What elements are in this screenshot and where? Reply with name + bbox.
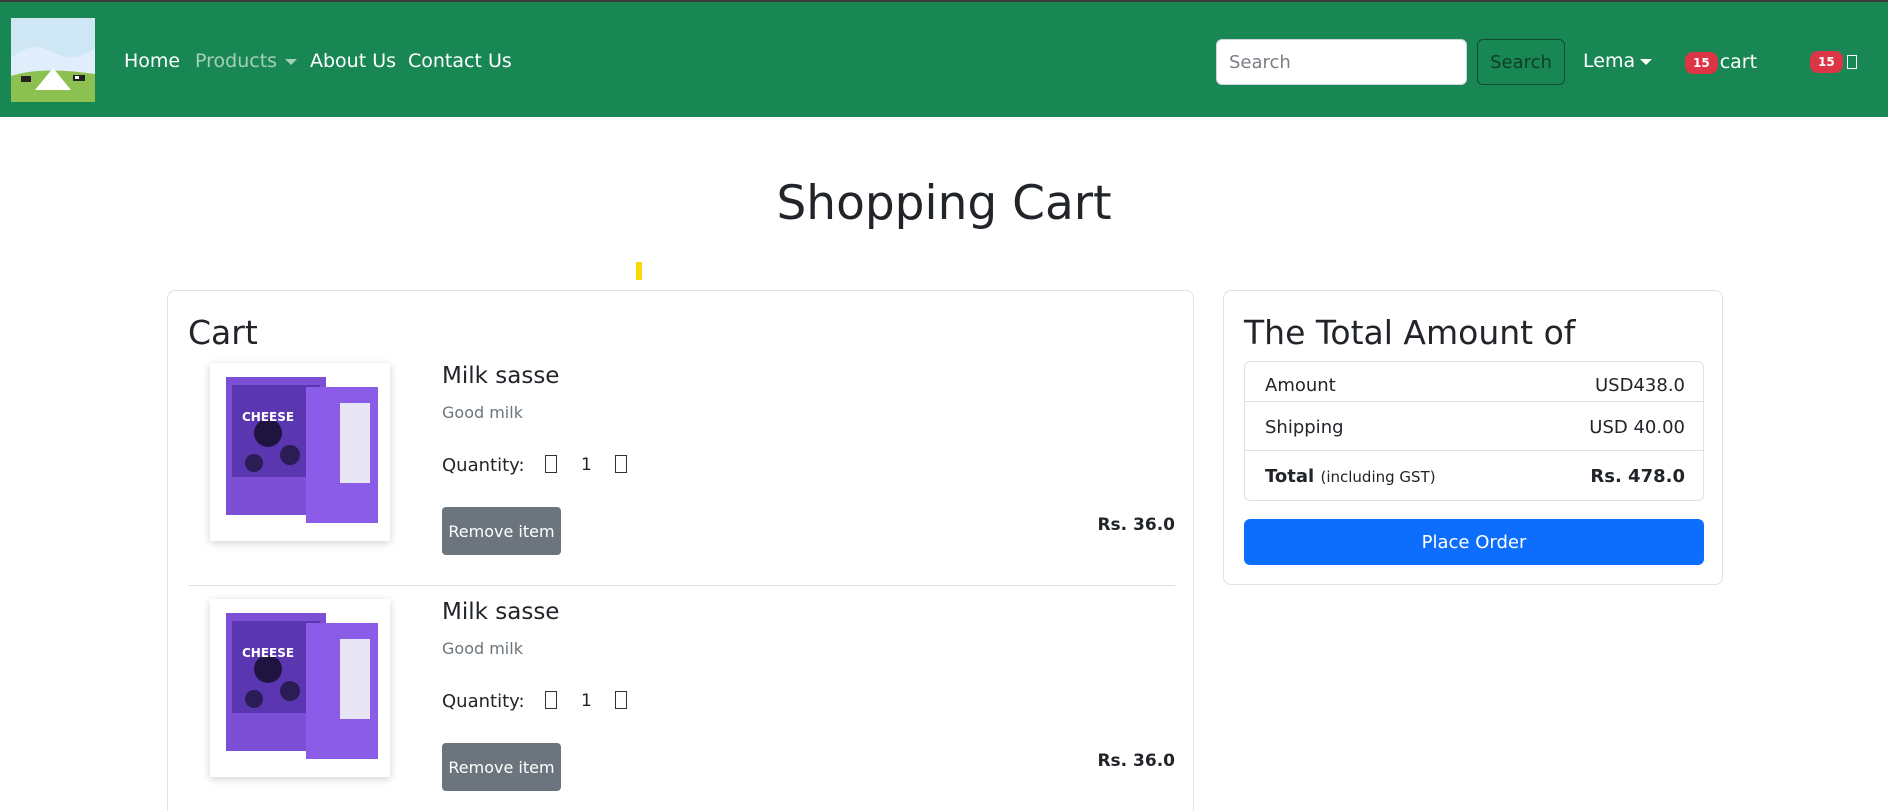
- text-cursor-marker: [636, 262, 642, 280]
- search-input[interactable]: [1216, 39, 1467, 85]
- quantity-label: Quantity:: [442, 455, 525, 476]
- product-description: Good milk: [442, 403, 523, 422]
- quantity-value: 1: [581, 691, 592, 711]
- product-price: Rs. 36.0: [1097, 515, 1175, 535]
- svg-text:CHEESE: CHEESE: [242, 410, 294, 424]
- total-label-group: Total (including GST): [1265, 466, 1436, 487]
- total-label: Total: [1265, 466, 1315, 487]
- order-summary-card: The Total Amount of Amount USD438.0 Ship…: [1223, 290, 1723, 585]
- cart-item: CHEESE Milk sasse Good milk Quantity: 1 …: [188, 587, 1175, 811]
- shipping-value: USD 40.00: [1589, 417, 1685, 438]
- row-divider: [188, 585, 1175, 586]
- summary-row-total: Total (including GST) Rs. 478.0: [1245, 451, 1703, 500]
- navbar: Home Products About Us Contact Us Search…: [0, 0, 1888, 117]
- cart-heading: Cart: [188, 313, 258, 352]
- quantity-label: Quantity:: [442, 691, 525, 712]
- cart-item: CHEESE Milk sasse Good milk Quantity: 1 …: [188, 351, 1175, 586]
- remove-item-button[interactable]: Remove item: [442, 507, 561, 555]
- summary-title: The Total Amount of: [1244, 313, 1576, 352]
- cart-count-badge: 15: [1685, 51, 1718, 74]
- product-image: CHEESE: [210, 363, 390, 541]
- brand-logo[interactable]: [11, 18, 95, 102]
- increase-quantity-button[interactable]: [615, 455, 627, 473]
- place-order-button[interactable]: Place Order: [1244, 519, 1704, 565]
- product-price: Rs. 36.0: [1097, 751, 1175, 771]
- shipping-label: Shipping: [1265, 417, 1344, 438]
- svg-text:CHEESE: CHEESE: [242, 646, 294, 660]
- chevron-down-icon: [285, 58, 298, 65]
- total-note: (including GST): [1320, 468, 1436, 486]
- product-description: Good milk: [442, 639, 523, 658]
- cart-link[interactable]: 15 cart: [1685, 51, 1757, 74]
- chevron-down-icon: [1640, 58, 1653, 65]
- cart-icon-link[interactable]: 15: [1810, 51, 1857, 73]
- search-button[interactable]: Search: [1477, 39, 1565, 85]
- summary-row-amount: Amount USD438.0: [1245, 362, 1703, 402]
- remove-item-button[interactable]: Remove item: [442, 743, 561, 791]
- user-dropdown[interactable]: Lema: [1583, 50, 1653, 72]
- nav-contact-link[interactable]: Contact Us: [408, 50, 512, 72]
- increase-quantity-button[interactable]: [615, 691, 627, 709]
- quantity-value: 1: [581, 455, 592, 475]
- user-name: Lema: [1583, 50, 1636, 72]
- nav-home-link[interactable]: Home: [124, 50, 180, 72]
- summary-row-shipping: Shipping USD 40.00: [1245, 402, 1703, 451]
- amount-label: Amount: [1265, 375, 1336, 396]
- page-title: Shopping Cart: [776, 176, 1112, 231]
- nav-about-link[interactable]: About Us: [310, 50, 396, 72]
- cart-card: Cart CHEESE Milk sasse Good milk Quantit…: [167, 290, 1194, 811]
- cart-icon: [1846, 55, 1857, 69]
- product-image: CHEESE: [210, 599, 390, 777]
- product-name: Milk sasse: [442, 599, 560, 625]
- summary-list: Amount USD438.0 Shipping USD 40.00 Total…: [1244, 361, 1704, 501]
- product-name: Milk sasse: [442, 363, 560, 389]
- nav-products-label: Products: [195, 50, 278, 72]
- decrease-quantity-button[interactable]: [545, 691, 557, 709]
- amount-value: USD438.0: [1595, 375, 1685, 396]
- cart-icon-badge: 15: [1810, 51, 1843, 73]
- nav-products-dropdown[interactable]: Products: [195, 50, 298, 72]
- total-value: Rs. 478.0: [1590, 466, 1685, 487]
- decrease-quantity-button[interactable]: [545, 455, 557, 473]
- cart-link-label: cart: [1719, 51, 1758, 73]
